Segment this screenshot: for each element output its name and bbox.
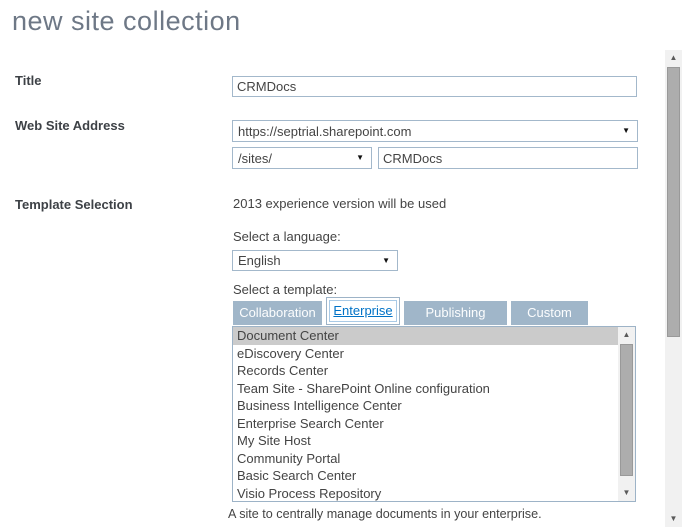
page-scrollbar-thumb[interactable] xyxy=(667,67,680,337)
template-list: Document CentereDiscovery CenterRecords … xyxy=(233,327,618,501)
template-list-item[interactable]: Enterprise Search Center xyxy=(233,415,618,433)
web-site-address-label: Web Site Address xyxy=(15,118,125,133)
experience-version-note: 2013 experience version will be used xyxy=(233,196,446,211)
page-title: new site collection xyxy=(12,6,241,37)
template-selection-label: Template Selection xyxy=(15,197,133,212)
template-list-item[interactable]: Team Site - SharePoint Online configurat… xyxy=(233,380,618,398)
language-selected-value: English xyxy=(233,253,378,268)
select-template-label: Select a template: xyxy=(233,282,337,297)
dropdown-arrow-icon: ▼ xyxy=(352,154,371,162)
tab-publishing-label: Publishing xyxy=(426,305,486,320)
tab-custom-label: Custom xyxy=(527,305,572,320)
title-input[interactable] xyxy=(232,76,637,97)
template-listbox[interactable]: Document CentereDiscovery CenterRecords … xyxy=(232,326,636,502)
scroll-down-icon[interactable]: ▼ xyxy=(665,511,682,527)
title-label: Title xyxy=(15,73,42,88)
web-domain-selected-value: https://septrial.sharepoint.com xyxy=(233,124,618,139)
page-scrollbar[interactable]: ▲ ▼ xyxy=(665,50,682,527)
new-site-collection-dialog: new site collection Title Web Site Addre… xyxy=(0,0,700,527)
template-list-item[interactable]: Records Center xyxy=(233,362,618,380)
tab-publishing[interactable]: Publishing xyxy=(404,301,507,325)
language-select[interactable]: English ▼ xyxy=(232,250,398,271)
template-list-item[interactable]: Community Portal xyxy=(233,450,618,468)
tab-enterprise-label: Enterprise xyxy=(333,303,392,318)
web-domain-select[interactable]: https://septrial.sharepoint.com ▼ xyxy=(232,120,638,142)
scroll-down-icon[interactable]: ▼ xyxy=(618,485,635,501)
listbox-scrollbar[interactable]: ▲ ▼ xyxy=(618,327,635,501)
tab-custom[interactable]: Custom xyxy=(511,301,588,325)
template-list-item[interactable]: Basic Search Center xyxy=(233,467,618,485)
tab-collaboration[interactable]: Collaboration xyxy=(233,301,322,325)
scroll-up-icon[interactable]: ▲ xyxy=(665,50,682,66)
scroll-up-icon[interactable]: ▲ xyxy=(618,327,635,343)
tab-enterprise[interactable]: Enterprise xyxy=(326,297,400,325)
template-list-item[interactable]: My Site Host xyxy=(233,432,618,450)
template-list-item[interactable]: Document Center xyxy=(233,327,618,345)
template-list-item[interactable]: Business Intelligence Center xyxy=(233,397,618,415)
listbox-scrollbar-thumb[interactable] xyxy=(620,344,633,476)
template-list-item[interactable]: Visio Process Repository xyxy=(233,485,618,503)
tab-collaboration-label: Collaboration xyxy=(239,305,316,320)
site-path-select[interactable]: /sites/ ▼ xyxy=(232,147,372,169)
template-list-item[interactable]: eDiscovery Center xyxy=(233,345,618,363)
site-name-input[interactable] xyxy=(378,147,638,169)
select-language-label: Select a language: xyxy=(233,229,341,244)
template-description: A site to centrally manage documents in … xyxy=(228,507,542,521)
site-path-selected-value: /sites/ xyxy=(233,151,352,166)
dropdown-arrow-icon: ▼ xyxy=(618,127,637,135)
dropdown-arrow-icon: ▼ xyxy=(378,257,397,265)
